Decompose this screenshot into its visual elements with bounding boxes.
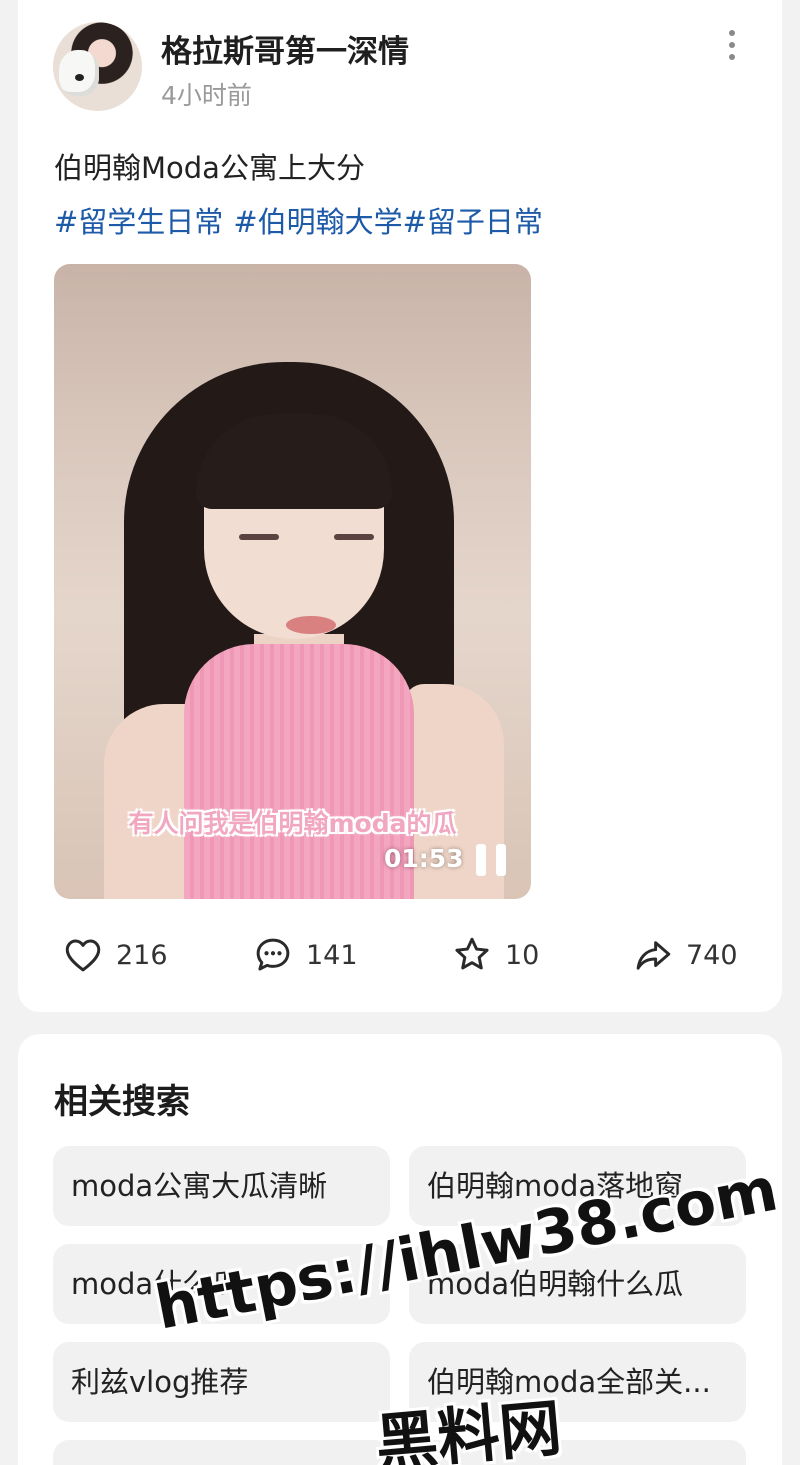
pause-icon[interactable] [476, 844, 508, 876]
video-duration: 01:53 [384, 844, 464, 873]
action-bar: 216 141 10 740 [18, 930, 782, 980]
post-tags: #留学生日常 #伯明翰大学#留子日常 [54, 199, 553, 241]
favorite-count: 10 [505, 939, 540, 971]
like-button[interactable]: 216 [62, 930, 168, 980]
share-button[interactable]: 740 [632, 930, 738, 980]
heart-icon [65, 939, 101, 972]
related-search-chip[interactable]: 利兹vlog推荐 [53, 1342, 390, 1422]
avatar[interactable] [53, 22, 142, 111]
comment-icon [256, 938, 290, 971]
post-title: 伯明翰Moda公寓上大分 [54, 151, 365, 185]
post-timestamp: 4小时前 [161, 81, 252, 110]
related-search-chip[interactable]: moda什么瓜 [53, 1244, 390, 1324]
post-card: 格拉斯哥第一深情 4小时前 伯明翰Moda公寓上大分 #留学生日常 #伯明翰大学#… [18, 0, 782, 1012]
video-player[interactable]: 有人问我是伯明翰moda的瓜 01:53 [54, 264, 531, 899]
hashtag-link[interactable]: #伯明翰大学 [233, 205, 402, 239]
related-search-chip[interactable]: moda公寓大瓜清晰 [53, 1146, 390, 1226]
related-search-card: 相关搜索 moda公寓大瓜清晰 伯明翰moda落地窗 moda什么瓜 moda伯… [18, 1034, 782, 1465]
username[interactable]: 格拉斯哥第一深情 [161, 26, 409, 71]
favorite-button[interactable]: 10 [451, 930, 539, 980]
hashtag-link[interactable]: #留学生日常 [54, 205, 223, 239]
comment-button[interactable]: 141 [252, 930, 358, 980]
related-search-chip-partial[interactable] [53, 1440, 390, 1465]
more-options-icon[interactable] [724, 30, 740, 64]
star-icon [455, 937, 489, 970]
like-count: 216 [116, 939, 168, 971]
comment-count: 141 [306, 939, 358, 971]
video-subtitle: 有人问我是伯明翰moda的瓜 [128, 809, 457, 838]
related-search-chip-partial[interactable] [409, 1440, 746, 1465]
related-search-chip[interactable]: 伯明翰moda落地窗 [409, 1146, 746, 1226]
related-search-chip[interactable]: 伯明翰moda全部关... [409, 1342, 746, 1422]
share-arrow-icon [636, 941, 671, 970]
related-search-chip[interactable]: moda伯明翰什么瓜 [409, 1244, 746, 1324]
hashtag-link[interactable]: #留子日常 [403, 205, 543, 239]
related-search-title: 相关搜索 [54, 1082, 190, 1122]
share-count: 740 [686, 939, 738, 971]
